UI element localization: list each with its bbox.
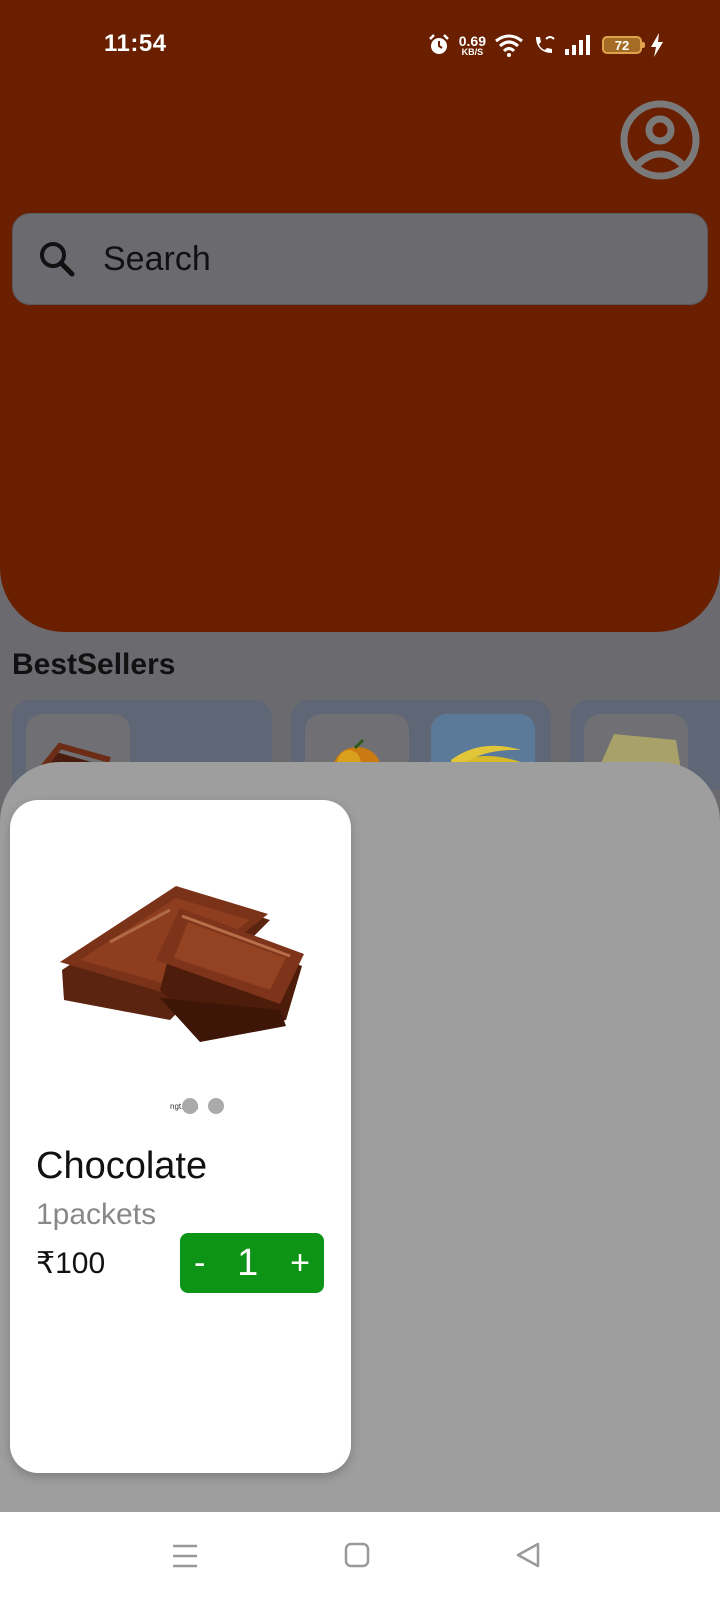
decrement-button[interactable]: - [194,1246,205,1280]
system-nav-bar [0,1512,720,1600]
pagination-dot[interactable] [182,1098,198,1114]
signal-icon [564,34,594,56]
pagination-dot[interactable] [208,1098,224,1114]
menu-icon[interactable] [165,1538,205,1574]
search-input[interactable] [101,238,605,280]
quantity-count: 1 [237,1242,259,1284]
network-speed-value: 0.69 [458,32,486,49]
product-quantity: 1packets [36,1198,157,1231]
bestsellers-title: BestSellers [12,648,176,681]
alarm-icon [427,33,451,57]
wifi-call-icon [532,33,556,57]
product-name: Chocolate [36,1145,208,1187]
back-triangle-icon[interactable] [508,1538,548,1574]
home-square-icon[interactable] [337,1538,377,1574]
network-speed: 0.69 KB/S [459,34,486,57]
product-image [50,880,320,1060]
user-circle-icon [620,100,700,180]
quantity-stepper[interactable]: - 1 + [180,1233,324,1293]
status-icons: 0.69 KB/S 72 [427,30,664,60]
increment-button[interactable]: + [290,1246,310,1280]
product-price: ₹100 [36,1247,106,1280]
battery-level: 72 [614,37,630,53]
battery-icon: 72 [602,36,645,54]
profile-button[interactable] [620,100,700,180]
status-bar: 11:54 0.69 KB/S 72 [0,0,720,96]
network-speed-unit: KB/S [461,46,484,57]
image-pagination-dots: ngt.com [170,1098,230,1114]
search-bar[interactable] [12,213,708,305]
product-card[interactable]: ngt.com Chocolate 1packets ₹100 - 1 + [10,800,351,1473]
status-time: 11:54 [104,30,167,57]
wifi-icon [494,33,524,57]
charging-bolt-icon [650,33,664,57]
search-icon [40,242,75,277]
